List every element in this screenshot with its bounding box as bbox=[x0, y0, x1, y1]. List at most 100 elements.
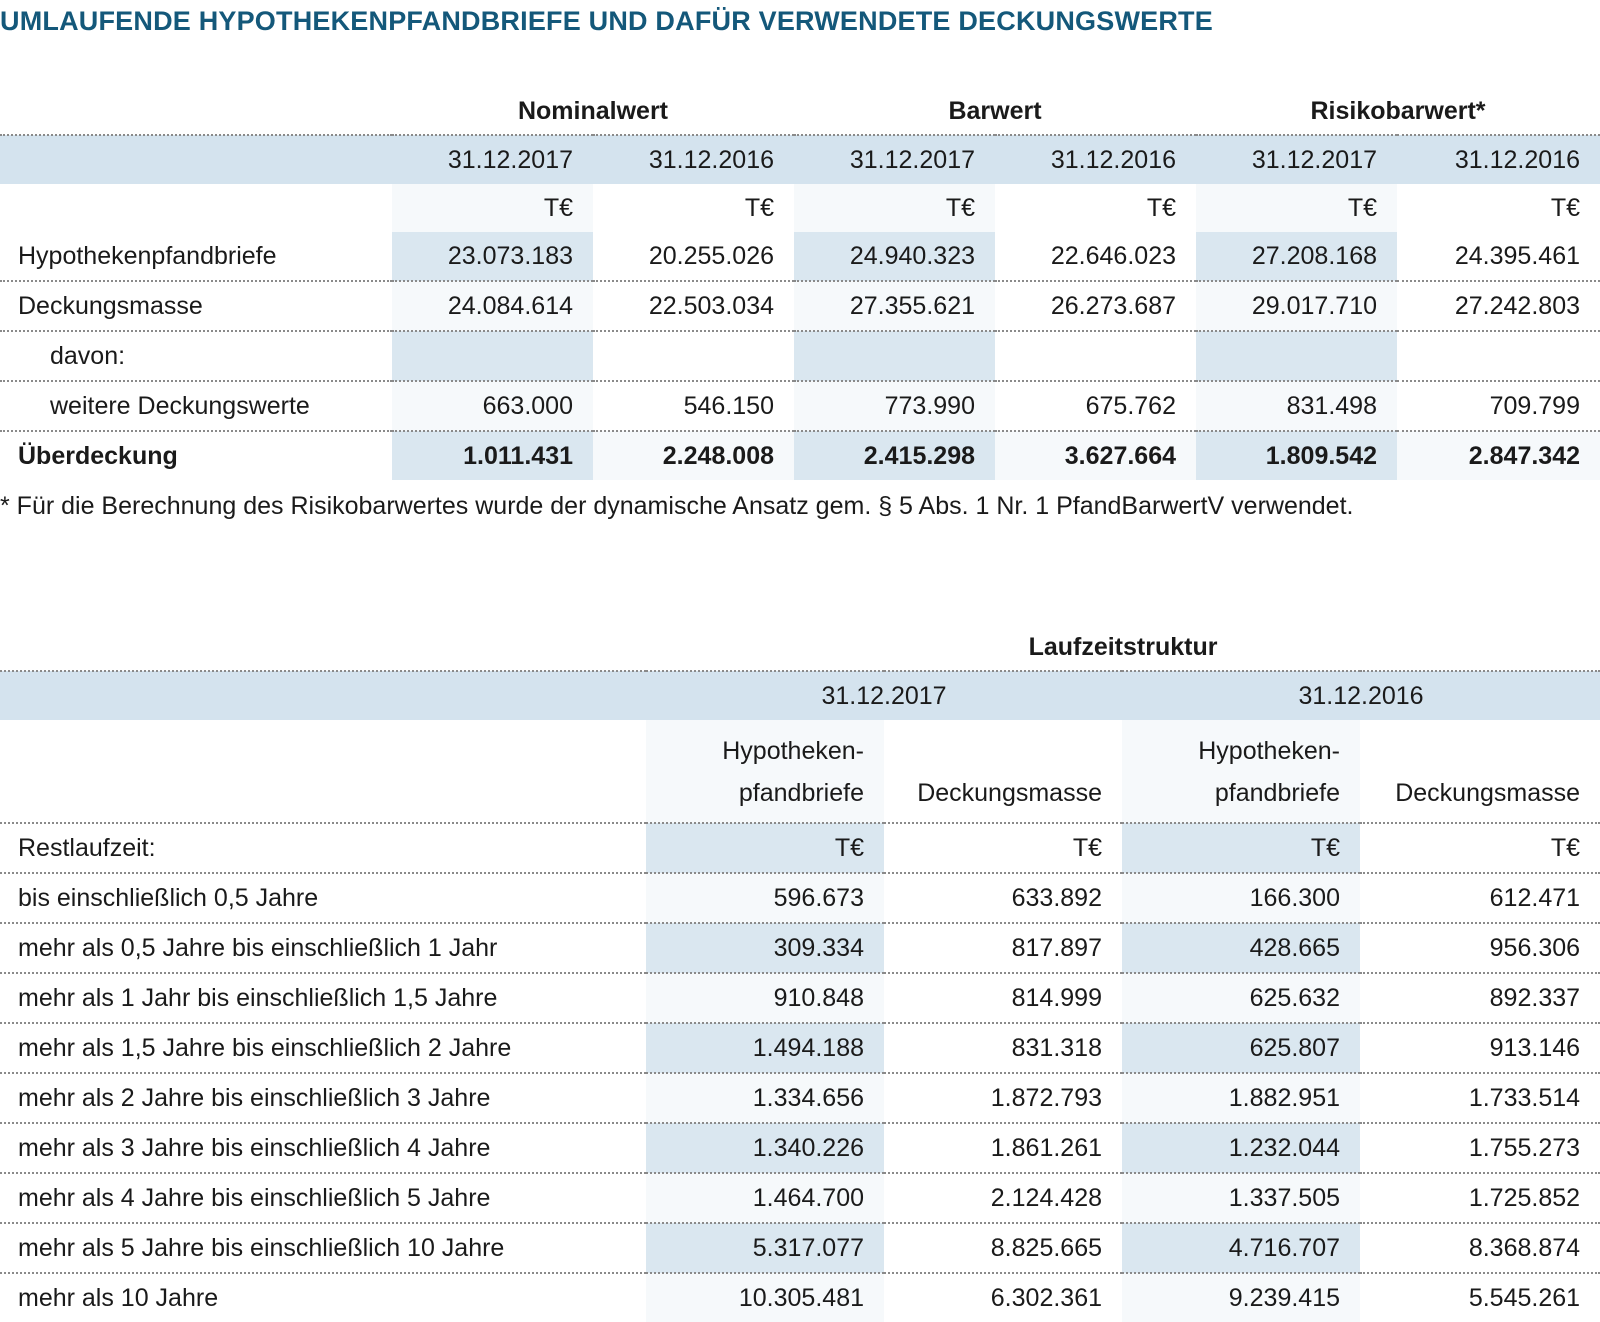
cell-value: 2.415.298 bbox=[794, 431, 995, 480]
cell-value: 309.334 bbox=[646, 923, 884, 974]
cell-value: 23.073.183 bbox=[392, 232, 593, 282]
cell-value: 4.716.707 bbox=[1122, 1223, 1360, 1274]
cell-value: 24.084.614 bbox=[392, 281, 593, 332]
row-label: mehr als 3 Jahre bis einschließlich 4 Ja… bbox=[0, 1123, 646, 1174]
cell-value: 956.306 bbox=[1360, 923, 1600, 974]
table-row: mehr als 1,5 Jahre bis einschließlich 2 … bbox=[0, 1023, 1600, 1074]
cell-value: 10.305.481 bbox=[646, 1273, 884, 1322]
row-label: mehr als 5 Jahre bis einschließlich 10 J… bbox=[0, 1223, 646, 1274]
table-row: mehr als 10 Jahre 10.305.481 6.302.361 9… bbox=[0, 1273, 1600, 1322]
cell-value: 1.232.044 bbox=[1122, 1123, 1360, 1174]
unit-label: T€ bbox=[392, 184, 593, 232]
cover-assets-table: Nominalwert Barwert Risikobarwert* 31.12… bbox=[0, 88, 1600, 480]
unit-label: T€ bbox=[1360, 823, 1600, 874]
unit-row: Restlaufzeit: T€ T€ T€ T€ bbox=[0, 823, 1600, 874]
date-header: 31.12.2016 bbox=[593, 135, 794, 184]
table-row: mehr als 2 Jahre bis einschließlich 3 Ja… bbox=[0, 1073, 1600, 1124]
cell-value: 27.355.621 bbox=[794, 281, 995, 332]
cell-value: 910.848 bbox=[646, 973, 884, 1024]
cell-value: 1.464.700 bbox=[646, 1173, 884, 1224]
group-header-row: Nominalwert Barwert Risikobarwert* bbox=[0, 88, 1600, 136]
cell-value: 1.882.951 bbox=[1122, 1073, 1360, 1124]
cell-value: 3.627.664 bbox=[995, 431, 1196, 480]
unit-label: T€ bbox=[646, 823, 884, 874]
cell-value: 27.242.803 bbox=[1397, 281, 1600, 332]
unit-label: T€ bbox=[794, 184, 995, 232]
cell-value: 625.632 bbox=[1122, 973, 1360, 1024]
column-header: Deckungsmasse bbox=[1360, 720, 1600, 824]
column-header: Hypotheken- pfandbriefe bbox=[1122, 720, 1360, 824]
cell-value: 2.248.008 bbox=[593, 431, 794, 480]
cell-value: 1.872.793 bbox=[884, 1073, 1122, 1124]
cell-value: 675.762 bbox=[995, 381, 1196, 432]
group-nominalwert: Nominalwert bbox=[392, 88, 794, 136]
cell-value: 1.861.261 bbox=[884, 1123, 1122, 1174]
table-row: davon: bbox=[0, 331, 1600, 382]
row-label: mehr als 10 Jahre bbox=[18, 1283, 219, 1312]
date-header: 31.12.2016 bbox=[1397, 135, 1600, 184]
table-row: Hypothekenpfandbriefe 23.073.183 20.255.… bbox=[0, 232, 1600, 282]
row-label: mehr als 4 Jahre bis einschließlich 5 Ja… bbox=[0, 1173, 646, 1224]
maturity-structure-table: Laufzeitstruktur 31.12.2017 31.12.2016 H… bbox=[0, 624, 1600, 1322]
column-header-row: Hypotheken- pfandbriefe Deckungsmasse Hy… bbox=[0, 720, 1600, 824]
group-barwert: Barwert bbox=[794, 88, 1196, 136]
group-laufzeitstruktur: Laufzeitstruktur bbox=[646, 624, 1600, 672]
cell-value: 1.809.542 bbox=[1196, 431, 1397, 480]
cell-value: 773.990 bbox=[794, 381, 995, 432]
unit-row: T€ T€ T€ T€ T€ T€ bbox=[0, 184, 1600, 232]
cell-value bbox=[1397, 331, 1600, 382]
table-row: bis einschließlich 0,5 Jahre 596.673 633… bbox=[0, 873, 1600, 924]
row-label: weitere Deckungswerte bbox=[0, 381, 392, 432]
cell-value: 1.337.505 bbox=[1122, 1173, 1360, 1224]
date-header: 31.12.2016 bbox=[1122, 671, 1600, 720]
row-label: Deckungsmasse bbox=[0, 281, 392, 332]
table-row: Deckungsmasse 24.084.614 22.503.034 27.3… bbox=[0, 281, 1600, 332]
cell-value: 1.494.188 bbox=[646, 1023, 884, 1074]
table-row: mehr als 0,5 Jahre bis einschließlich 1 … bbox=[0, 923, 1600, 974]
unit-label: T€ bbox=[884, 823, 1122, 874]
page-title: UMLAUFENDE HYPOTHEKENPFANDBRIEFE UND DAF… bbox=[0, 6, 1213, 36]
table-row: mehr als 5 Jahre bis einschließlich 10 J… bbox=[0, 1223, 1600, 1274]
row-label: Hypothekenpfandbriefe bbox=[0, 232, 392, 282]
cell-value: 5.317.077 bbox=[646, 1223, 884, 1274]
row-label: bis einschließlich 0,5 Jahre bbox=[0, 873, 646, 924]
table-row: mehr als 4 Jahre bis einschließlich 5 Ja… bbox=[0, 1173, 1600, 1224]
table-row: weitere Deckungswerte 663.000 546.150 77… bbox=[0, 381, 1600, 432]
cell-value: 24.395.461 bbox=[1397, 232, 1600, 282]
cell-value: 1.011.431 bbox=[392, 431, 593, 480]
cell-value: 5.545.261 bbox=[1468, 1283, 1581, 1312]
date-header-row: 31.12.2017 31.12.2016 31.12.2017 31.12.2… bbox=[0, 135, 1600, 184]
cell-value: 1.725.852 bbox=[1360, 1173, 1600, 1224]
cell-value: 22.503.034 bbox=[593, 281, 794, 332]
cell-value: 6.302.361 bbox=[990, 1283, 1102, 1312]
date-header-row: 31.12.2017 31.12.2016 bbox=[0, 671, 1600, 720]
cell-value: 625.807 bbox=[1122, 1023, 1360, 1074]
cell-value: 633.892 bbox=[884, 873, 1122, 924]
row-label: Überdeckung bbox=[18, 441, 178, 470]
cell-value: 546.150 bbox=[593, 381, 794, 432]
row-label: davon: bbox=[0, 331, 392, 382]
cell-value: 27.208.168 bbox=[1196, 232, 1397, 282]
cell-value: 892.337 bbox=[1360, 973, 1600, 1024]
date-header: 31.12.2016 bbox=[995, 135, 1196, 184]
date-header: 31.12.2017 bbox=[392, 135, 593, 184]
cell-value bbox=[794, 331, 995, 382]
cell-value: 1.733.514 bbox=[1360, 1073, 1600, 1124]
group-risikobarwert: Risikobarwert* bbox=[1196, 88, 1600, 136]
cell-value: 1.334.656 bbox=[646, 1073, 884, 1124]
cell-value: 24.940.323 bbox=[794, 232, 995, 282]
row-label: mehr als 0,5 Jahre bis einschließlich 1 … bbox=[0, 923, 646, 974]
table-row: mehr als 3 Jahre bis einschließlich 4 Ja… bbox=[0, 1123, 1600, 1174]
cell-value: 1.340.226 bbox=[646, 1123, 884, 1174]
cell-value: 709.799 bbox=[1397, 381, 1600, 432]
group-header-row: Laufzeitstruktur bbox=[0, 624, 1600, 672]
cell-value: 831.498 bbox=[1196, 381, 1397, 432]
unit-label: T€ bbox=[744, 193, 774, 222]
footnote: * Für die Berechnung des Risikobarwertes… bbox=[0, 492, 1354, 520]
unit-label: T€ bbox=[1122, 823, 1360, 874]
cell-value bbox=[392, 331, 593, 382]
date-header: 31.12.2017 bbox=[794, 135, 995, 184]
cell-value: 612.471 bbox=[1360, 873, 1600, 924]
cell-value: 9.239.415 bbox=[1122, 1273, 1360, 1322]
cell-value: 2.847.342 bbox=[1397, 431, 1600, 480]
